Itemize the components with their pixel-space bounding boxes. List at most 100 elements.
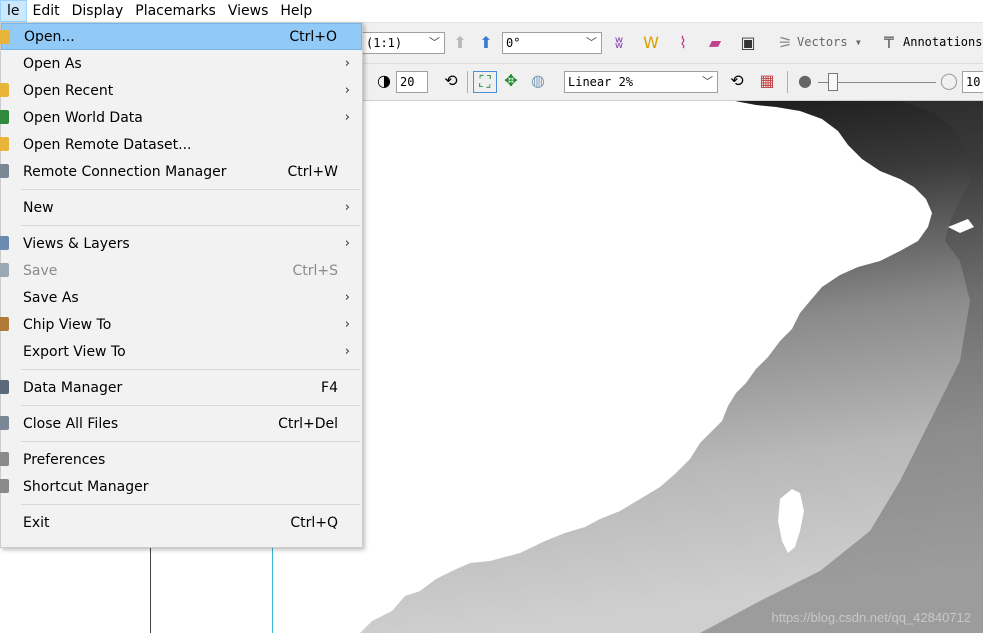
menu-item-data-manager[interactable]: Data Manager F4 [0, 374, 362, 401]
globe-icon [0, 110, 9, 124]
opacity-low-icon[interactable]: ● [796, 71, 814, 91]
menu-item-label: Open World Data [23, 109, 143, 126]
temporal-profile-icon[interactable]: W [640, 33, 662, 53]
menu-item-export-view-to[interactable]: Export View To › [1, 338, 362, 365]
rotation-field[interactable]: 0° ﹀ [502, 32, 602, 54]
sharpen-value: 20 [400, 75, 415, 89]
refresh-icon[interactable]: ⟲ [440, 71, 462, 91]
menu-placemarks[interactable]: Placemarks [129, 0, 222, 22]
menu-item-exit[interactable]: Exit Ctrl+Q [1, 509, 362, 536]
menu-item-shortcut: Ctrl+Del [278, 415, 338, 432]
chevron-right-icon: › [344, 110, 350, 125]
menu-item-label: Save As [23, 289, 79, 306]
folder-recent-icon [0, 83, 9, 97]
menu-separator [1, 401, 362, 410]
menu-item-open-world-data[interactable]: Open World Data › [0, 104, 362, 131]
caret-down-icon: ▾ [847, 35, 863, 49]
menu-separator [1, 365, 362, 374]
chevron-down-icon[interactable]: ﹀ [702, 72, 713, 92]
chevron-right-icon: › [344, 236, 350, 251]
rotation-value: 0° [506, 36, 521, 50]
chevron-right-icon: › [344, 344, 350, 359]
data-manager-icon [0, 380, 9, 394]
roi-tool-icon[interactable]: ▰ [704, 33, 726, 53]
opacity-slider-thumb[interactable] [828, 73, 838, 91]
chevron-right-icon: › [344, 290, 350, 305]
menu-separator [1, 500, 362, 509]
menu-item-label: Open As [23, 55, 82, 72]
zoom-value: (1:1) [366, 36, 403, 50]
opacity-field[interactable]: 10 [962, 71, 983, 93]
stretch-select[interactable]: Linear 2% ﹀ [564, 71, 718, 93]
stretch-value: Linear 2% [568, 75, 634, 89]
menu-item-save-as[interactable]: Save As › [1, 284, 362, 311]
opacity-high-icon[interactable]: ◯ [940, 71, 958, 91]
chevron-right-icon: › [344, 56, 350, 71]
menu-item-remote-connection-manager[interactable]: Remote Connection Manager Ctrl+W [0, 158, 362, 185]
menu-item-new[interactable]: New › [1, 194, 362, 221]
menu-item-views-layers[interactable]: Views & Layers › [0, 230, 362, 257]
menu-item-label: New [23, 199, 54, 216]
annotations-button[interactable]: Annotations [903, 35, 982, 49]
zoom-select[interactable]: (1:1) ﹀ [363, 32, 445, 54]
watermark: https://blog.csdn.net/qq_42840712 [771, 610, 972, 625]
close-files-icon [0, 416, 9, 430]
menu-separator [1, 185, 362, 194]
menu-separator [1, 221, 362, 230]
menu-item-open-as[interactable]: Open As › [1, 50, 362, 77]
menu-views[interactable]: Views [222, 0, 275, 22]
chevron-right-icon: › [344, 317, 350, 332]
vectors-dropdown[interactable]: Vectors ▾ [797, 35, 862, 49]
menu-item-label: Close All Files [23, 415, 119, 432]
menu-item-label: Export View To [23, 343, 126, 360]
chevron-down-icon[interactable]: ﹀ [586, 33, 597, 53]
folder-open-icon [0, 30, 10, 44]
rotate-to-icon[interactable]: ⬆ [474, 33, 498, 53]
menu-item-open[interactable]: Open... Ctrl+O [0, 23, 362, 50]
sharpen-icon[interactable]: ◑ [374, 71, 394, 91]
menu-item-open-remote-dataset[interactable]: Open Remote Dataset... [0, 131, 362, 158]
vectors-label: Vectors [797, 35, 848, 49]
connection-icon [0, 164, 9, 178]
spectral-profile-icon[interactable]: ʬ [608, 33, 630, 53]
menu-item-label: Open... [24, 28, 75, 45]
layers-icon [0, 236, 9, 250]
folder-remote-icon [0, 137, 9, 151]
menu-item-label: Open Recent [23, 82, 114, 99]
menu-item-shortcut: Ctrl+S [292, 262, 338, 279]
menu-item-open-recent[interactable]: Open Recent › [0, 77, 362, 104]
histogram-icon[interactable]: ▦ [756, 71, 778, 91]
toolbar-separator [467, 71, 468, 93]
annotations-label: Annotations [903, 35, 983, 49]
file-menu: Open... Ctrl+O Open As › Open Recent › Open Wo… [0, 22, 363, 548]
toolbar-separator [787, 71, 788, 93]
rotate-north-up-icon[interactable]: ⬆ [450, 33, 470, 53]
menu-file[interactable]: le [0, 0, 27, 22]
panel-divider-line [272, 548, 273, 633]
menu-item-label: Views & Layers [23, 235, 130, 252]
line-profile-icon[interactable]: ⌇ [672, 33, 694, 53]
chip-icon [0, 317, 9, 331]
menu-item-label: Shortcut Manager [23, 478, 149, 495]
annotations-icon[interactable]: ₸ [878, 33, 900, 53]
zoom-full-extent-icon[interactable]: ⛶ [473, 71, 497, 93]
save-icon [0, 263, 9, 277]
menu-item-close-all-files[interactable]: Close All Files Ctrl+Del [0, 410, 362, 437]
pan-icon[interactable]: ✥ [499, 71, 523, 91]
menu-item-chip-view-to[interactable]: Chip View To › [0, 311, 362, 338]
pixel-locator-icon[interactable]: ▣ [737, 33, 759, 53]
menu-item-label: Preferences [23, 451, 106, 468]
menu-help[interactable]: Help [274, 0, 318, 22]
menu-edit[interactable]: Edit [27, 0, 66, 22]
opacity-value: 10 [966, 75, 981, 89]
vectors-icon[interactable]: ⚞ [774, 33, 796, 53]
sharpen-field[interactable]: 20 [396, 71, 428, 93]
chevron-right-icon: › [344, 200, 350, 215]
reset-stretch-icon[interactable]: ⟲ [726, 71, 748, 91]
menu-item-label: Chip View To [23, 316, 112, 333]
menu-item-shortcut-manager[interactable]: Shortcut Manager [0, 473, 362, 500]
menu-item-preferences[interactable]: Preferences [0, 446, 362, 473]
menu-display[interactable]: Display [66, 0, 130, 22]
contrast-icon[interactable]: ◍ [527, 71, 549, 91]
chevron-down-icon[interactable]: ﹀ [429, 33, 440, 53]
